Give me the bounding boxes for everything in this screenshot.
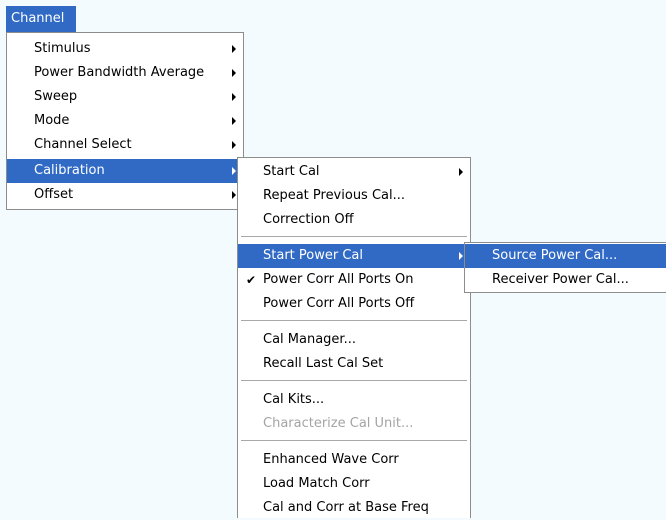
menu-item-label: Power Corr All Ports Off	[263, 296, 415, 311]
menu-item-cal-kits[interactable]: Cal Kits...	[238, 388, 470, 412]
menu-item-source-power-cal[interactable]: Source Power Cal...	[465, 244, 666, 268]
menu-item-label: Cal Manager...	[263, 332, 356, 347]
arrow-right-icon	[232, 167, 236, 175]
menu-item-correction-off[interactable]: Correction Off	[238, 208, 470, 232]
arrow-right-icon	[459, 168, 463, 176]
menu-item-load-match-corr[interactable]: Load Match Corr	[238, 472, 470, 496]
menu-item-label: Correction Off	[263, 212, 354, 227]
menu-item-label: Stimulus	[34, 41, 91, 56]
arrow-right-icon	[232, 117, 236, 125]
menu-item-label: Power Bandwidth Average	[34, 65, 205, 80]
menu-separator	[241, 440, 467, 442]
menu-item-characterize-cal-unit: Characterize Cal Unit...	[238, 412, 470, 436]
arrow-right-icon	[232, 141, 236, 149]
menu-item-label: Cal Kits...	[263, 392, 325, 407]
menu-item-label: Receiver Power Cal...	[492, 272, 629, 287]
menu-item-cal-and-corr-at-base-freq[interactable]: Cal and Corr at Base Freq	[238, 496, 470, 520]
menu-item-start-power-cal[interactable]: Start Power Cal	[238, 244, 470, 268]
menu-separator	[241, 236, 467, 238]
menu-item-sweep[interactable]: Sweep	[7, 85, 243, 109]
menu-separator	[241, 320, 467, 322]
arrow-right-icon	[459, 252, 463, 260]
menu-item-channel-select[interactable]: Channel Select	[7, 133, 243, 157]
menu-item-label: Start Cal	[263, 164, 320, 179]
menu-item-power-corr-all-ports-off[interactable]: Power Corr All Ports Off	[238, 292, 470, 316]
checkmark-icon: ✔	[246, 273, 257, 287]
menu-item-offset[interactable]: Offset	[7, 183, 243, 207]
menu-channel[interactable]: Channel	[6, 6, 76, 32]
menu-item-stimulus[interactable]: Stimulus	[7, 37, 243, 61]
menu-item-receiver-power-cal[interactable]: Receiver Power Cal...	[465, 268, 666, 292]
menu-item-label: Offset	[34, 187, 74, 202]
menu-item-label: Cal and Corr at Base Freq	[263, 500, 429, 515]
arrow-right-icon	[232, 191, 236, 199]
menu-item-start-cal[interactable]: Start Cal	[238, 160, 470, 184]
menu-separator	[241, 380, 467, 382]
power-cal-submenu: Source Power Cal... Receiver Power Cal..…	[464, 242, 666, 293]
menu-item-label: Repeat Previous Cal...	[263, 188, 406, 203]
channel-menu: Stimulus Power Bandwidth Average Sweep M…	[6, 32, 244, 210]
menu-item-label: Power Corr All Ports On	[263, 272, 414, 287]
menu-item-repeat-previous-cal[interactable]: Repeat Previous Cal...	[238, 184, 470, 208]
menu-item-mode[interactable]: Mode	[7, 109, 243, 133]
menu-item-power-bandwidth-average[interactable]: Power Bandwidth Average	[7, 61, 243, 85]
menu-item-label: Mode	[34, 113, 70, 128]
menu-item-label: Source Power Cal...	[492, 248, 618, 263]
menu-item-calibration[interactable]: Calibration	[7, 159, 243, 183]
arrow-right-icon	[232, 45, 236, 53]
menu-item-power-corr-all-ports-on[interactable]: ✔ Power Corr All Ports On	[238, 268, 470, 292]
menu-item-enhanced-wave-corr[interactable]: Enhanced Wave Corr	[238, 448, 470, 472]
calibration-submenu: Start Cal Repeat Previous Cal... Correct…	[237, 157, 471, 518]
menu-item-label: Characterize Cal Unit...	[263, 416, 414, 431]
menu-item-label: Start Power Cal	[263, 248, 363, 263]
arrow-right-icon	[232, 69, 236, 77]
arrow-right-icon	[232, 93, 236, 101]
menu-item-recall-last-cal-set[interactable]: Recall Last Cal Set	[238, 352, 470, 376]
menu-item-label: Channel Select	[34, 137, 132, 152]
menu-item-label: Load Match Corr	[263, 476, 370, 491]
menu-item-label: Recall Last Cal Set	[263, 356, 384, 371]
menu-item-cal-manager[interactable]: Cal Manager...	[238, 328, 470, 352]
menu-item-label: Calibration	[34, 163, 105, 178]
menu-item-label: Sweep	[34, 89, 78, 104]
menu-item-label: Enhanced Wave Corr	[263, 452, 399, 467]
menu-channel-label: Channel	[11, 11, 65, 26]
